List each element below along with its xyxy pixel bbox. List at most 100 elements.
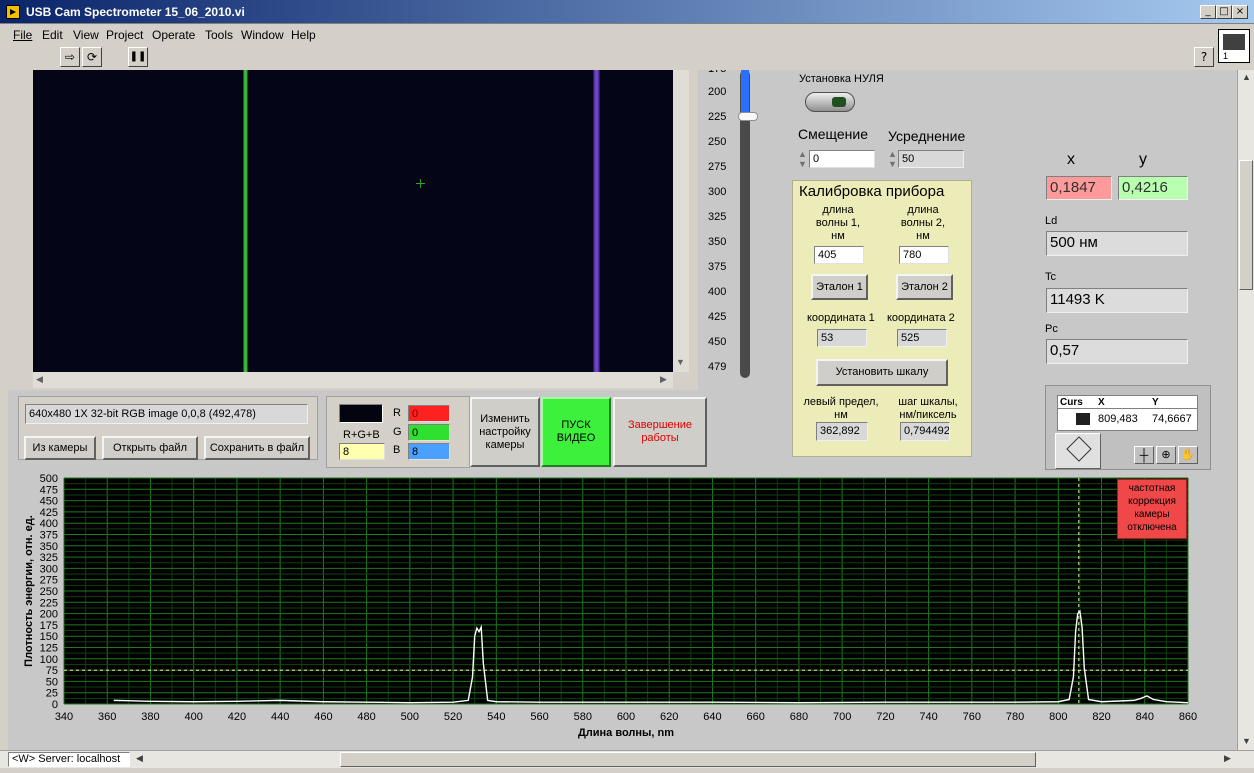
x-tick-label: 480 xyxy=(357,711,375,723)
open-file-button[interactable]: Открыть файл xyxy=(102,436,198,460)
x-tick-label: 700 xyxy=(833,711,851,723)
avg-spin-icon[interactable]: ▲ ▼ xyxy=(888,149,897,169)
avg-field[interactable]: 50 xyxy=(898,150,964,168)
save-file-button[interactable]: Сохранить в файл xyxy=(204,436,310,460)
camera-image[interactable] xyxy=(33,70,673,372)
pan-hand-icon[interactable]: ✋ xyxy=(1178,446,1198,464)
rgb-sum-field[interactable]: 8 xyxy=(339,443,385,460)
toolbar: ⇨ ⟳ ❚❚ ? 1 xyxy=(0,29,1254,71)
y-value-display: 0,4216 xyxy=(1118,176,1188,200)
menu-view[interactable]: View xyxy=(73,28,99,42)
cursor-move-icon[interactable] xyxy=(1055,433,1101,469)
vi-connector-icon[interactable]: 1 xyxy=(1218,29,1250,63)
tc-display: 11493 K xyxy=(1046,288,1188,313)
coord2-field: 525 xyxy=(897,329,947,347)
ld-display: 500 нм xyxy=(1046,231,1188,256)
y-tick-label: 500 xyxy=(40,473,58,485)
row-slider[interactable]: 175 200 225 250 275 300 325 350 375 400 425 450 479 xyxy=(698,70,760,390)
x-label: x xyxy=(1067,151,1075,168)
from-camera-button[interactable]: Из камеры xyxy=(24,436,96,460)
image-info-display: 640x480 1X 32-bit RGB image 0,0,8 (492,4… xyxy=(25,404,308,424)
image-vertical-scrollbar[interactable]: ▼ xyxy=(673,70,689,372)
menu-tools[interactable]: Tools xyxy=(205,28,233,42)
x-tick-label: 840 xyxy=(1136,711,1154,723)
finish-button[interactable]: Завершение работы xyxy=(613,397,707,467)
y-tick-label: 175 xyxy=(40,620,58,632)
x-tick-label: 780 xyxy=(1006,711,1024,723)
x-tick-label: 340 xyxy=(55,711,73,723)
cursor-style-icon[interactable] xyxy=(1076,413,1090,425)
run-continuously-icon[interactable]: ⟳ xyxy=(82,47,102,67)
maximize-button[interactable]: □ xyxy=(1216,5,1232,19)
wl2-field[interactable]: 780 xyxy=(899,246,949,264)
reference1-button[interactable]: Эталон 1 xyxy=(811,274,868,300)
image-horizontal-scrollbar[interactable]: ◀ ▶ xyxy=(33,372,673,388)
plot-cursor-tool-icon[interactable]: ┼ xyxy=(1134,446,1154,464)
start-video-button[interactable]: ПУСК ВИДЕО xyxy=(541,397,611,467)
menu-help[interactable]: Help xyxy=(291,28,316,42)
y-tick-label: 300 xyxy=(40,563,58,575)
calibration-title: Калибровка прибора xyxy=(799,183,945,200)
left-limit-field: 362,892 xyxy=(816,422,868,441)
menu-window[interactable]: Window xyxy=(241,28,284,42)
violet-spectral-line xyxy=(593,70,600,372)
slider-tick-label: 225 xyxy=(708,111,727,123)
x-tick-label: 440 xyxy=(271,711,289,723)
x-tick-label: 720 xyxy=(876,711,894,723)
minimize-button[interactable]: _ xyxy=(1200,5,1216,19)
offset-label: Смещение xyxy=(798,126,869,142)
x-tick-label: 400 xyxy=(185,711,203,723)
x-tick-label: 460 xyxy=(314,711,332,723)
camera-settings-button[interactable]: Изменить настройку камеры xyxy=(470,397,540,467)
spectrum-graph[interactable]: 340 360 380 400 420 440 460 480 500 520 540 560 580 6… xyxy=(8,470,1237,750)
menu-bar: File Edit View Project Operate Tools Win… xyxy=(0,25,1254,45)
close-button[interactable]: × xyxy=(1232,5,1248,19)
menu-edit[interactable]: Edit xyxy=(42,28,63,42)
y-tick-label: 400 xyxy=(40,518,58,530)
coord1-field: 53 xyxy=(817,329,867,347)
r-value-field: 0 xyxy=(408,405,450,422)
x-tick-label: 740 xyxy=(919,711,937,723)
zoom-icon[interactable]: ⊕ xyxy=(1156,446,1176,464)
menu-operate[interactable]: Operate xyxy=(152,28,195,42)
menu-project[interactable]: Project xyxy=(106,28,143,42)
green-spectral-line xyxy=(243,70,248,372)
wl2-label: длина волны 2, нм xyxy=(900,204,946,242)
window-title: USB Cam Spectrometer 15_06_2010.vi xyxy=(26,5,245,19)
y-tick-label: 350 xyxy=(40,541,58,553)
g-label: G xyxy=(393,426,402,438)
slider-tick-label: 479 xyxy=(708,361,727,373)
left-limit-label: левый предел, нм xyxy=(803,396,879,421)
x-tick-label: 500 xyxy=(401,711,419,723)
zero-toggle[interactable] xyxy=(805,92,855,112)
window-vertical-scrollbar[interactable]: ▲ ▼ xyxy=(1237,70,1254,750)
horizontal-scroll-thumb[interactable] xyxy=(340,752,1036,767)
freq-correction-indicator: частотная коррекция камеры отключена xyxy=(1117,479,1187,539)
vertical-scroll-thumb[interactable] xyxy=(1239,160,1253,290)
y-tick-label: 475 xyxy=(40,484,58,496)
pause-icon[interactable]: ❚❚ xyxy=(128,47,148,67)
step-label: шаг шкалы, нм/пиксель xyxy=(898,396,958,421)
wl1-field[interactable]: 405 xyxy=(814,246,864,264)
slider-thumb[interactable] xyxy=(738,112,758,121)
pc-label: Pc xyxy=(1045,323,1058,335)
reference2-button[interactable]: Эталон 2 xyxy=(896,274,953,300)
tc-label: Tc xyxy=(1045,271,1056,283)
coord2-label: координата 2 xyxy=(887,312,955,324)
offset-spin-icon[interactable]: ▲ ▼ xyxy=(798,149,807,169)
x-tick-label: 640 xyxy=(703,711,721,723)
b-label: B xyxy=(393,444,401,456)
menu-file[interactable]: File xyxy=(13,28,32,42)
offset-field[interactable]: 0 xyxy=(809,150,875,168)
x-tick-label: 660 xyxy=(747,711,765,723)
x-tick-label: 580 xyxy=(574,711,592,723)
set-scale-button[interactable]: Установить шкалу xyxy=(816,359,948,386)
slider-tick-label: 450 xyxy=(708,336,727,348)
run-arrow-icon[interactable]: ⇨ xyxy=(60,47,80,67)
y-tick-label: 150 xyxy=(40,631,58,643)
avg-label: Усреднение xyxy=(888,128,966,144)
pc-display: 0,57 xyxy=(1046,339,1188,364)
window-horizontal-scrollbar[interactable]: <W> Server: localhost ◀ ▶ xyxy=(0,750,1254,768)
x-tick-label: 380 xyxy=(141,711,159,723)
context-help-icon[interactable]: ? xyxy=(1194,47,1214,67)
